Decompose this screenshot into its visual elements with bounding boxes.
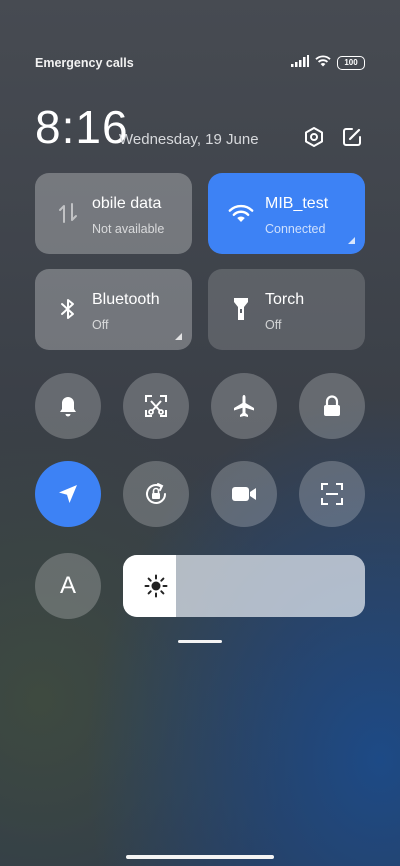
home-indicator[interactable]	[126, 855, 274, 859]
wifi-icon	[228, 200, 254, 226]
tile-status: Not available	[92, 222, 165, 236]
tile-status: Connected	[265, 222, 326, 236]
clock-date: Wednesday, 19 June	[119, 131, 259, 148]
status-bar: Emergency calls o 100	[35, 54, 365, 74]
tile-status: Off	[265, 318, 282, 332]
torch-icon	[228, 296, 254, 322]
font-size-toggle[interactable]: A	[35, 553, 101, 619]
airplane-toggle[interactable]	[211, 373, 277, 439]
edit-icon	[343, 128, 361, 146]
rotation-lock-toggle[interactable]	[123, 461, 189, 527]
clock-time: 8:16	[35, 101, 129, 153]
lock-toggle[interactable]	[299, 373, 365, 439]
tile-torch[interactable]: Torch Off	[208, 269, 365, 350]
location-toggle[interactable]	[35, 461, 101, 527]
tile-title: Torch	[265, 291, 305, 308]
tile-mobile-data[interactable]: obile data Not available	[35, 173, 192, 254]
mobile-data-icon	[55, 200, 81, 226]
expand-corner-icon[interactable]	[348, 237, 355, 244]
tile-title: MIB_test	[265, 195, 329, 212]
settings-button[interactable]	[299, 122, 329, 152]
brightness-slider[interactable]	[123, 555, 365, 617]
screen-recorder-toggle[interactable]	[211, 461, 277, 527]
rotation-lock-icon	[146, 483, 166, 504]
edit-button[interactable]	[337, 122, 367, 152]
video-camera-icon	[232, 487, 256, 501]
signal-icon	[291, 54, 309, 72]
scanner-toggle[interactable]	[299, 461, 365, 527]
bell-icon	[60, 397, 76, 417]
carrier-text: Emergency calls o	[35, 56, 137, 70]
tile-title: Bluetooth	[92, 291, 160, 308]
lock-icon	[324, 395, 340, 416]
silent-toggle[interactable]	[35, 373, 101, 439]
tile-title: obile data	[92, 195, 162, 212]
status-icons: 100	[291, 54, 365, 72]
location-icon	[59, 485, 77, 503]
bluetooth-icon	[55, 296, 81, 322]
font-size-label: A	[59, 572, 76, 599]
screenshot-icon	[145, 395, 167, 417]
tile-status: Off	[92, 318, 109, 332]
airplane-icon	[234, 395, 254, 417]
expand-corner-icon[interactable]	[175, 333, 182, 340]
battery-icon: 100	[337, 56, 365, 70]
tile-wifi[interactable]: MIB_test Connected	[208, 173, 365, 254]
panel-drag-handle[interactable]	[178, 640, 222, 643]
brightness-icon	[144, 574, 168, 598]
wifi-icon	[315, 54, 331, 72]
screenshot-toggle[interactable]	[123, 373, 189, 439]
scan-icon	[321, 483, 343, 505]
settings-icon	[305, 127, 323, 147]
tile-bluetooth[interactable]: Bluetooth Off	[35, 269, 192, 350]
